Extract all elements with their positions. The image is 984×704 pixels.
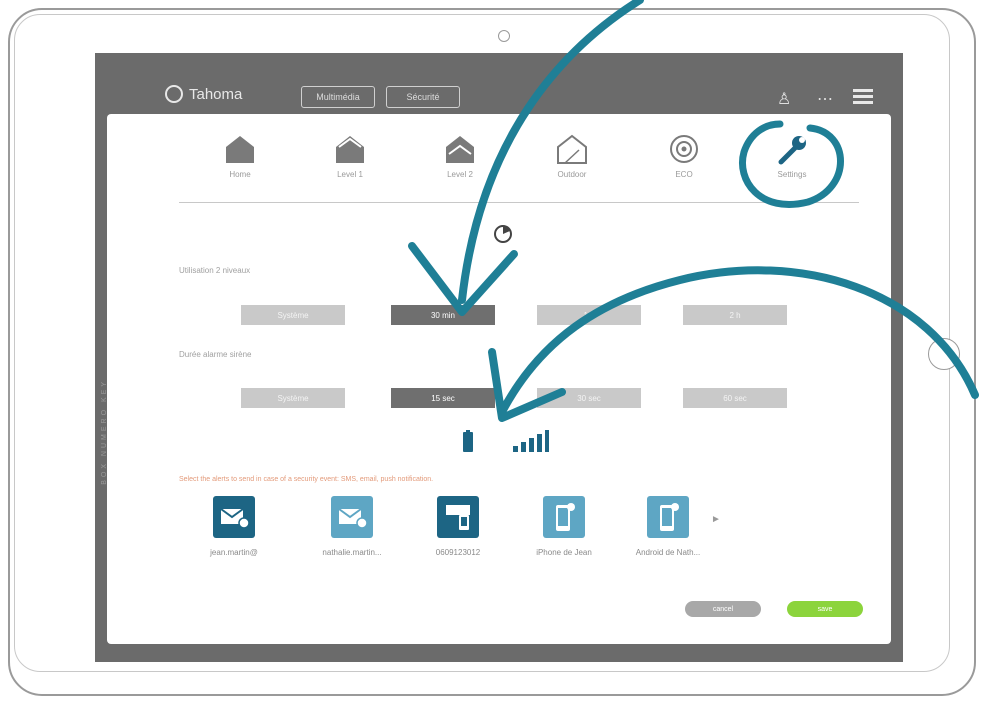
room-nav: Home Level 1 Level 2 Outdoor ECO Setting…	[107, 114, 891, 204]
device-iphone-label: iPhone de Jean	[536, 548, 592, 557]
nav-level-1[interactable]: Level 1	[305, 132, 395, 179]
app-title: Tahoma	[189, 85, 243, 103]
nav-outdoor[interactable]: Outdoor	[527, 132, 617, 179]
smartphone-icon	[647, 496, 689, 538]
level-2-icon	[446, 136, 474, 163]
second-option-1[interactable]: 15 sec	[391, 388, 495, 408]
second-option-2[interactable]: 30 sec	[537, 388, 641, 408]
cancel-button[interactable]: cancel	[685, 601, 761, 617]
top-bar: Tahoma Multimédia Sécurité ♙ ⋯	[95, 53, 903, 113]
device-android[interactable]: Android de Nath...	[623, 496, 713, 557]
tab-multimedia[interactable]: Multimédia	[301, 86, 375, 108]
nav-settings[interactable]: Settings	[747, 132, 837, 179]
nav-eco[interactable]: ECO	[639, 132, 729, 179]
user-icon[interactable]: ♙	[777, 89, 791, 109]
device-email-2[interactable]: nathalie.martin...	[307, 496, 397, 557]
save-button[interactable]: save	[787, 601, 863, 617]
settings-panel: Home Level 1 Level 2 Outdoor ECO Setting…	[101, 114, 891, 644]
tab-security[interactable]: Sécurité	[386, 86, 460, 108]
network-icon[interactable]: ⋯	[817, 89, 833, 109]
target-icon	[670, 135, 698, 163]
nav-outdoor-label: Outdoor	[557, 170, 587, 179]
wrench-icon	[778, 136, 806, 165]
home-icon	[226, 136, 254, 163]
nav-level-2[interactable]: Level 2	[415, 132, 505, 179]
nav-settings-label: Settings	[777, 170, 807, 179]
battery-icon	[463, 430, 473, 452]
next-arrow-icon[interactable]: ►	[711, 514, 721, 525]
nav-home[interactable]: Home	[195, 132, 285, 179]
device-iphone[interactable]: iPhone de Jean	[519, 496, 609, 557]
camera-dot	[498, 30, 510, 42]
phone-sms-icon	[437, 496, 479, 538]
logo-icon	[165, 85, 183, 103]
signal-icon	[513, 430, 549, 452]
instruction-text: Select the alerts to send in case of a s…	[179, 476, 434, 483]
nav-eco-label: ECO	[675, 170, 693, 179]
device-android-label: Android de Nath...	[635, 548, 701, 557]
first-option-0[interactable]: Système	[241, 305, 345, 325]
first-section-label: Utilisation 2 niveaux	[179, 266, 251, 275]
device-email-1-label: jean.martin@	[210, 548, 258, 557]
device-phone-sms-label: 0609123012	[435, 548, 481, 557]
side-vertical-text: BOX NUMERO KEY	[101, 379, 108, 485]
smartphone-icon	[543, 496, 585, 538]
device-email-2-label: nathalie.martin...	[322, 548, 382, 557]
first-option-3[interactable]: 2 h	[683, 305, 787, 325]
tablet-home-button[interactable]	[928, 338, 960, 370]
email-icon	[213, 496, 255, 538]
nav-divider	[179, 202, 859, 203]
timer-icon	[494, 225, 512, 243]
level-1-icon	[336, 136, 364, 163]
email-icon	[331, 496, 373, 538]
first-option-2[interactable]: 1 h	[537, 305, 641, 325]
outdoor-icon	[557, 134, 587, 164]
menu-icon[interactable]	[853, 89, 873, 107]
second-option-0[interactable]: Système	[241, 388, 345, 408]
app-logo: Tahoma	[165, 85, 242, 103]
nav-level-1-label: Level 1	[337, 170, 363, 179]
second-option-3[interactable]: 60 sec	[683, 388, 787, 408]
second-section-label: Durée alarme sirène	[179, 350, 252, 359]
nav-home-label: Home	[229, 170, 251, 179]
device-email-1[interactable]: jean.martin@	[189, 496, 279, 557]
nav-level-2-label: Level 2	[447, 170, 473, 179]
device-phone-sms[interactable]: 0609123012	[413, 496, 503, 557]
first-option-1[interactable]: 30 min	[391, 305, 495, 325]
